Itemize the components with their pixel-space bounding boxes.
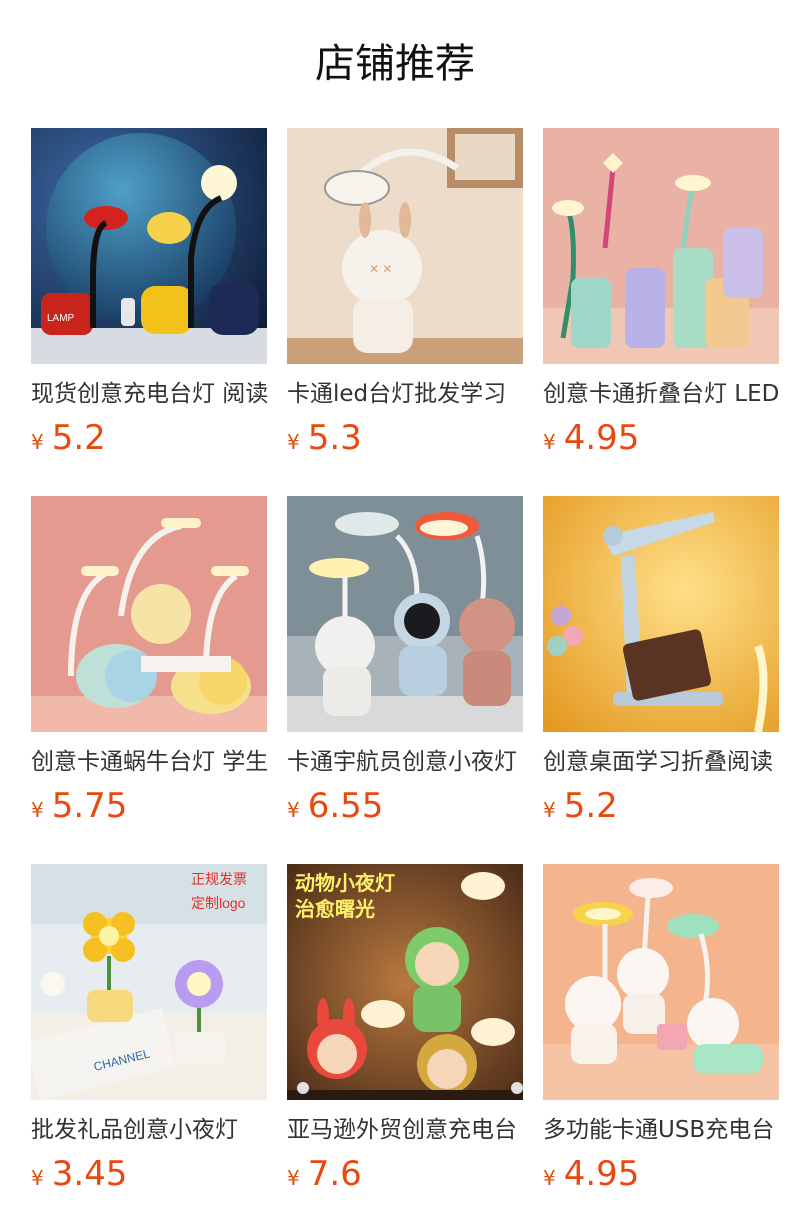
price-value: 7.6 <box>307 1154 362 1194</box>
product-name[interactable]: 批发礼品创意小夜灯 <box>31 1114 267 1146</box>
product-price: ¥5.75 <box>31 784 267 828</box>
product-name[interactable]: 多功能卡通USB充电台 <box>543 1114 779 1146</box>
product-photo <box>287 496 523 732</box>
product-card[interactable]: 卡通宇航员创意小夜灯 ¥6.55 <box>287 496 523 828</box>
product-card[interactable]: 创意卡通蜗牛台灯 学生 ¥5.75 <box>31 496 267 828</box>
currency-symbol: ¥ <box>31 430 44 454</box>
image-tag-logo: 定制logo <box>191 895 246 911</box>
price-value: 4.95 <box>563 1154 640 1194</box>
product-price: ¥3.45 <box>31 1152 267 1196</box>
svg-text:✕ ✕: ✕ ✕ <box>369 262 392 276</box>
product-image-bear-usb-lamps[interactable] <box>543 864 779 1100</box>
currency-symbol: ¥ <box>543 430 556 454</box>
currency-symbol: ¥ <box>31 798 44 822</box>
product-price: ¥4.95 <box>543 416 779 460</box>
product-name[interactable]: 创意桌面学习折叠阅读 <box>543 746 779 778</box>
product-name[interactable]: 卡通宇航员创意小夜灯 <box>287 746 523 778</box>
product-name[interactable]: 创意卡通折叠台灯 LED <box>543 378 779 410</box>
currency-symbol: ¥ <box>287 430 300 454</box>
product-photo: LAMP <box>31 128 267 364</box>
currency-symbol: ¥ <box>543 1166 556 1190</box>
product-card[interactable]: 创意桌面学习折叠阅读 ¥5.2 <box>543 496 779 828</box>
product-card[interactable]: LAMP 现货创意充电台灯 阅读 ¥5.2 <box>31 128 267 460</box>
image-tag-invoice: 正规发票 <box>191 871 247 887</box>
product-photo: 动物小夜灯 治愈曙光 <box>287 864 523 1100</box>
product-price: ¥5.2 <box>31 416 267 460</box>
price-value: 3.45 <box>51 1154 128 1194</box>
lamp-logo: LAMP <box>47 313 75 324</box>
currency-symbol: ¥ <box>543 798 556 822</box>
product-card[interactable]: 创意卡通折叠台灯 LED ¥4.95 <box>543 128 779 460</box>
product-photo <box>31 496 267 732</box>
product-photo: ✕ ✕ <box>287 128 523 364</box>
product-card[interactable]: CHANNEL 正规发票 定制logo 批发礼品创意小夜灯 ¥3.45 <box>31 864 267 1196</box>
price-value: 6.55 <box>307 786 384 826</box>
product-image-bunny-lamp[interactable]: ✕ ✕ <box>287 128 523 364</box>
product-name[interactable]: 亚马逊外贸创意充电台 <box>287 1114 523 1146</box>
price-value: 5.2 <box>51 418 106 458</box>
product-price: ¥7.6 <box>287 1152 523 1196</box>
product-name[interactable]: 卡通led台灯批发学习 <box>287 378 523 410</box>
product-card[interactable]: 多功能卡通USB充电台 ¥4.95 <box>543 864 779 1196</box>
product-price: ¥6.55 <box>287 784 523 828</box>
currency-symbol: ¥ <box>287 1166 300 1190</box>
price-value: 4.95 <box>563 418 640 458</box>
product-image-snail-lamps[interactable] <box>31 496 267 732</box>
product-name[interactable]: 现货创意充电台灯 阅读 <box>31 378 267 410</box>
product-card[interactable]: ✕ ✕ 卡通led台灯批发学习 ¥5.3 <box>287 128 523 460</box>
currency-symbol: ¥ <box>287 798 300 822</box>
product-price: ¥5.2 <box>543 784 779 828</box>
product-image-folding-cartoon-lamps[interactable] <box>543 128 779 364</box>
product-image-folding-desk-lamp[interactable] <box>543 496 779 732</box>
product-price: ¥4.95 <box>543 1152 779 1196</box>
product-photo <box>543 128 779 364</box>
image-headline-1: 动物小夜灯 <box>295 871 395 895</box>
product-photo <box>543 864 779 1100</box>
price-value: 5.2 <box>563 786 618 826</box>
product-card[interactable]: 动物小夜灯 治愈曙光 亚马逊外贸创意充电台 ¥7.6 <box>287 864 523 1196</box>
currency-symbol: ¥ <box>31 1166 44 1190</box>
product-photo <box>543 496 779 732</box>
product-image-astronaut-lamps[interactable] <box>287 496 523 732</box>
page-title: 店铺推荐 <box>315 41 475 87</box>
product-name[interactable]: 创意卡通蜗牛台灯 学生 <box>31 746 267 778</box>
product-image-animal-night-lights[interactable]: 动物小夜灯 治愈曙光 <box>287 864 523 1100</box>
price-value: 5.3 <box>307 418 362 458</box>
product-photo: CHANNEL 正规发票 定制logo <box>31 864 267 1100</box>
product-image-space-lamps[interactable]: LAMP <box>31 128 267 364</box>
price-value: 5.75 <box>51 786 128 826</box>
image-headline-2: 治愈曙光 <box>295 897 375 921</box>
product-image-flower-night-lights[interactable]: CHANNEL 正规发票 定制logo <box>31 864 267 1100</box>
product-price: ¥5.3 <box>287 416 523 460</box>
